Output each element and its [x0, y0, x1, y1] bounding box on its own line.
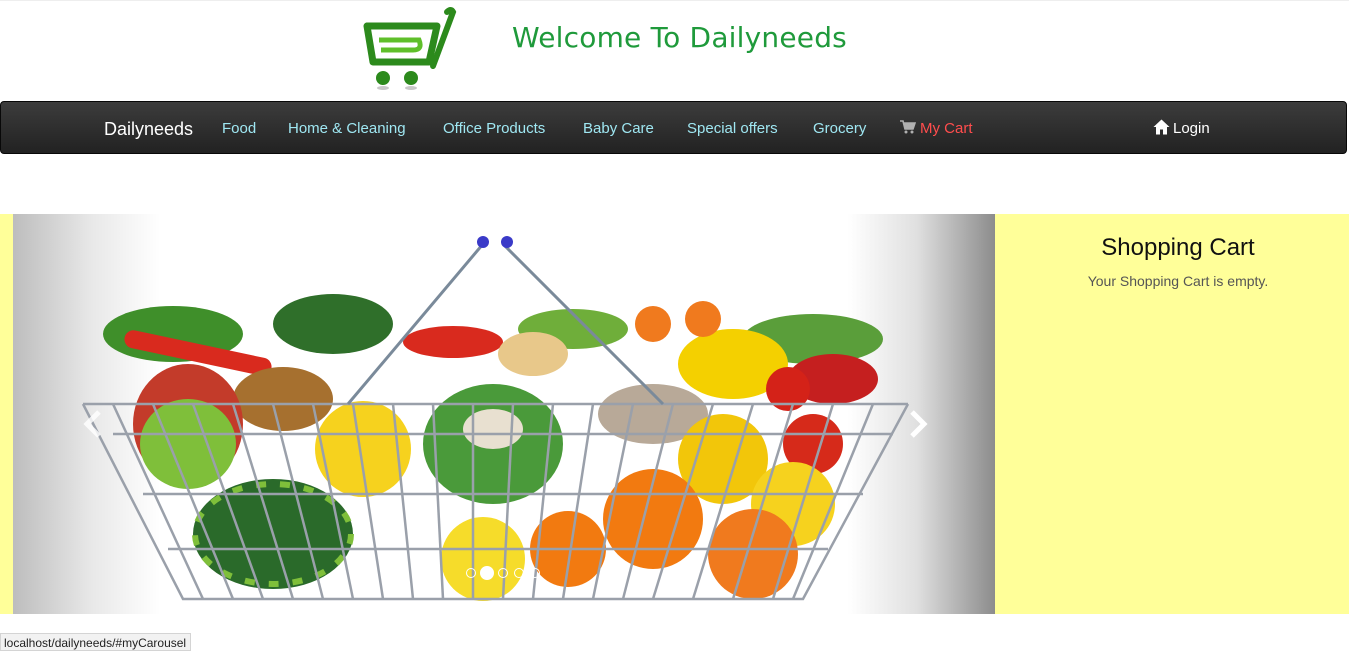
login-label: Login — [1173, 120, 1210, 137]
product-carousel[interactable] — [13, 214, 995, 614]
nav-item-home-cleaning[interactable]: Home & Cleaning — [288, 120, 406, 137]
carousel-indicator-1[interactable] — [466, 568, 476, 578]
carousel-indicator-2[interactable] — [480, 566, 494, 580]
carousel-indicator-4[interactable] — [514, 568, 524, 578]
carousel-prev-button[interactable] — [73, 404, 113, 444]
nav-item-grocery[interactable]: Grocery — [813, 120, 866, 137]
browser-status-url: localhost/dailyneeds/#myCarousel — [0, 633, 192, 651]
nav-item-office-products[interactable]: Office Products — [443, 120, 545, 137]
shopping-cart-icon — [900, 120, 917, 134]
chevron-right-icon — [910, 410, 928, 438]
welcome-heading: Welcome To Dailyneeds — [512, 21, 847, 54]
carousel-indicator-3[interactable] — [498, 568, 508, 578]
shopping-cart-panel: Shopping Cart Your Shopping Cart is empt… — [995, 214, 1349, 614]
chevron-left-icon — [83, 410, 101, 438]
site-header: Welcome To Dailyneeds — [0, 0, 1349, 100]
home-icon — [1153, 119, 1170, 135]
nav-item-baby-care[interactable]: Baby Care — [583, 120, 654, 137]
shopping-cart-title: Shopping Cart — [1101, 234, 1255, 261]
navbar-brand[interactable]: Dailyneeds — [104, 119, 193, 140]
basket-of-vegetables-and-fruits — [81, 236, 910, 601]
nav-item-special-offers[interactable]: Special offers — [687, 120, 778, 137]
shopping-cart-empty-message: Your Shopping Cart is empty. — [1087, 273, 1269, 289]
nav-item-food[interactable]: Food — [222, 120, 256, 137]
login-link[interactable]: Login — [1153, 119, 1210, 137]
nav-item-my-cart[interactable]: My Cart — [900, 120, 973, 137]
carousel-indicator-5[interactable] — [530, 568, 540, 578]
main-navbar: Dailyneeds Food Home & Cleaning Office P… — [0, 101, 1347, 154]
carousel-next-button[interactable] — [898, 404, 938, 444]
my-cart-label: My Cart — [920, 120, 973, 137]
shopping-cart-logo-icon[interactable] — [357, 4, 457, 99]
